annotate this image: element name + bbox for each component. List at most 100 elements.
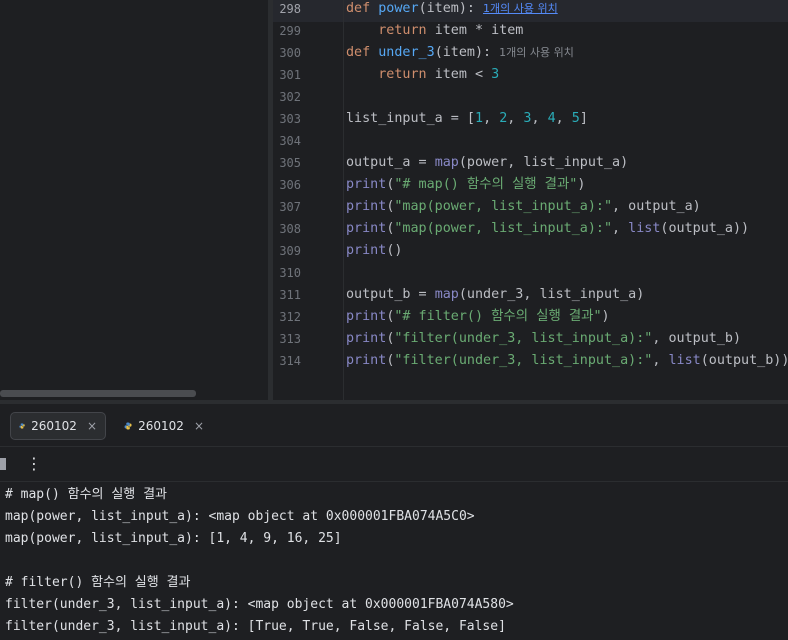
line-number: 311 [279,288,301,302]
run-console-output[interactable]: # map() 함수의 실행 결과 map(power, list_input_a… [0,482,788,640]
line-number: 300 [279,46,301,60]
close-icon[interactable]: × [87,419,97,433]
code-token: map [434,155,459,170]
line-number: 313 [279,332,301,346]
more-options-icon[interactable]: ⋮ [26,454,42,473]
code-line[interactable]: return item * item [346,20,523,42]
horizontal-scrollbar[interactable] [0,390,196,397]
code-token: "map(power, list_input_a):" [394,199,613,214]
run-tab-2[interactable]: 260102 × [116,412,212,440]
code-token: print [346,221,387,236]
stop-icon[interactable] [0,458,6,470]
code-token: "filter(under_3, list_input_a):" [394,353,653,368]
line-number: 298 [279,2,301,16]
code-token: 1 [475,111,484,126]
code-token: (output_b)) [700,353,788,368]
console-line: filter(under_3, list_input_a): [True, Tr… [5,619,506,634]
line-number: 306 [279,178,301,192]
code-token: map [434,287,459,302]
code-token: ] [579,111,588,126]
code-line[interactable]: output_b = map(under_3, list_input_a) [346,284,644,306]
line-number: 312 [279,310,301,324]
python-icon [124,422,132,430]
code-token: , [483,111,500,126]
line-number: 307 [279,200,301,214]
code-token: power [378,1,419,16]
line-number-gutter: 298 299 300 301 302 303 304 305 306 307 308 309 310 3… [273,0,343,400]
code-token: "filter(under_3, list_input_a):" [394,331,653,346]
code-line[interactable]: print("map(power, list_input_a):", outpu… [346,196,701,218]
line-number: 299 [279,24,301,38]
code-token: , [507,111,524,126]
code-token: def [346,1,379,16]
code-token: , output_a) [612,199,701,214]
code-token: , [531,111,548,126]
code-line[interactable]: output_a = map(power, list_input_a) [346,152,628,174]
code-token: print [346,243,387,258]
code-line[interactable]: def power(item): 1개의 사용 위치 [346,0,558,20]
code-token: 4 [547,111,556,126]
line-number: 309 [279,244,301,258]
code-token: (item): [434,45,492,60]
code-token: , output_b) [652,331,742,346]
project-pane [0,0,268,400]
gutter-divider [343,0,344,400]
code-line[interactable]: print("# filter() 함수의 실행 결과") [346,306,610,328]
code-token: (item): [418,1,475,16]
console-line: map(power, list_input_a): <map object at… [5,509,475,524]
code-token: list [628,221,661,236]
code-token: "map(power, list_input_a):" [394,221,613,236]
console-line: # filter() 함수의 실행 결과 [5,575,191,590]
code-line[interactable]: list_input_a = [1, 2, 3, 4, 5] [346,108,588,130]
code-token: print [346,331,387,346]
line-number: 310 [279,266,301,280]
code-line[interactable]: print("filter(under_3, list_input_a):", … [346,328,741,350]
run-tab-label: 260102 [31,419,77,433]
code-token: (output_a)) [660,221,750,236]
run-toolbar: ⋮ [0,447,788,482]
code-token: , [612,221,629,236]
line-number: 305 [279,156,301,170]
code-token: "# map() 함수의 실행 결과" [394,177,578,192]
run-tab-1[interactable]: 260102 × [10,412,106,440]
code-token: item * item [434,23,524,38]
close-icon[interactable]: × [194,419,204,433]
console-line: # map() 함수의 실행 결과 [5,487,167,502]
line-number: 301 [279,68,301,82]
code-token: "# filter() 함수의 실행 결과" [394,309,602,324]
console-line: filter(under_3, list_input_a): <map obje… [5,597,514,612]
code-token: output_b = [346,287,435,302]
code-token: print [346,353,387,368]
code-token: (power, list_input_a) [458,155,629,170]
code-line[interactable]: return item < 3 [346,64,499,86]
python-icon [19,423,25,429]
code-token: return [378,23,435,38]
code-token: print [346,199,387,214]
line-number: 308 [279,222,301,236]
line-number: 303 [279,112,301,126]
line-number: 314 [279,354,301,368]
code-token: return [378,67,435,82]
run-tabbar: 260102 × 260102 × [0,404,788,447]
code-token: ) [577,177,586,192]
code-token: , [555,111,572,126]
code-token: () [386,243,403,258]
usage-hint[interactable]: 1개의 사용 위치 [499,46,574,59]
line-number: 304 [279,134,301,148]
code-line[interactable]: def under_3(item): 1개의 사용 위치 [346,42,574,64]
line-number: 302 [279,90,301,104]
code-token: under_3 [378,45,435,60]
usage-hint[interactable]: 1개의 사용 위치 [483,2,558,15]
code-token: ) [601,309,610,324]
code-line[interactable]: print("map(power, list_input_a):", list(… [346,218,749,240]
code-token: list [668,353,701,368]
code-token: output_a = [346,155,435,170]
code-line[interactable]: print("# map() 함수의 실행 결과") [346,174,585,196]
code-line[interactable]: print() [346,240,402,262]
run-tab-label: 260102 [138,419,184,433]
code-line[interactable]: print("filter(under_3, list_input_a):", … [346,350,788,372]
code-editor[interactable]: 298 299 300 301 302 303 304 305 306 307 308 309 310 3… [273,0,788,400]
code-token: item < [434,67,492,82]
